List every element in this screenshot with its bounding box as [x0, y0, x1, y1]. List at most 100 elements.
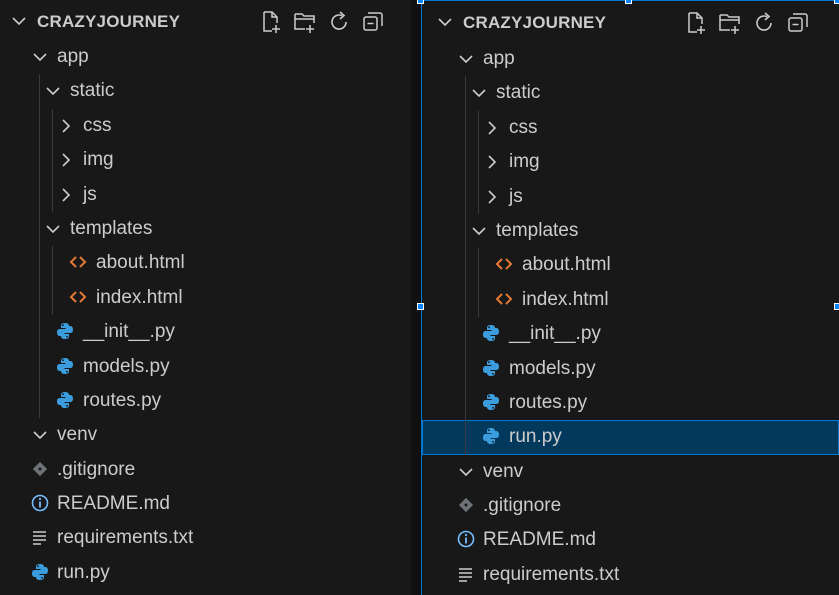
file-label: index.html — [96, 286, 183, 308]
file-label: README.md — [57, 493, 170, 515]
file-item[interactable]: __init__.py — [0, 315, 411, 350]
indent-guide — [52, 246, 53, 281]
file-label: js — [83, 183, 97, 205]
indent-guide — [39, 108, 40, 144]
indent-guide — [465, 179, 466, 214]
python-file-icon — [57, 357, 73, 374]
resize-handle[interactable] — [417, 0, 424, 4]
text-file-icon — [33, 531, 46, 546]
file-item[interactable]: .gitignore — [0, 453, 411, 487]
file-label: __init__.py — [509, 323, 601, 345]
refresh-icon[interactable] — [327, 10, 351, 34]
collapse-all-icon[interactable] — [786, 11, 810, 35]
chevron-right-icon — [62, 187, 71, 202]
file-label: static — [70, 80, 115, 102]
collapse-all-icon[interactable] — [361, 10, 385, 34]
indent-guide — [478, 282, 479, 318]
text-file-icon — [459, 568, 472, 582]
file-item[interactable]: about.html — [422, 248, 839, 283]
folder-item-templates[interactable]: templates — [0, 211, 411, 247]
resize-handle[interactable] — [834, 0, 839, 4]
file-label: css — [509, 116, 538, 138]
folder-item-app[interactable]: app — [422, 42, 839, 76]
folder-item-app[interactable]: app — [0, 40, 411, 74]
resize-handle[interactable] — [625, 0, 632, 4]
explorer-header: CRAZYJOURNEY — [422, 5, 839, 39]
file-item[interactable]: run.py — [422, 420, 839, 455]
new-folder-icon[interactable] — [293, 10, 317, 34]
file-label: about.html — [522, 254, 611, 276]
file-item[interactable]: .gitignore — [422, 489, 839, 523]
folder-item-js[interactable]: js — [422, 179, 839, 214]
folder-item-venv[interactable]: venv — [422, 455, 839, 489]
folder-item-templates[interactable]: templates — [422, 213, 839, 249]
file-label: js — [509, 185, 523, 207]
chevron-right-icon — [488, 121, 497, 135]
chevron-down-icon — [459, 468, 473, 476]
html-file-icon — [69, 291, 87, 303]
folder-item-img[interactable]: img — [422, 145, 839, 180]
new-file-icon[interactable] — [684, 11, 708, 35]
file-label: routes.py — [509, 391, 588, 413]
file-label: templates — [70, 217, 153, 239]
file-label: requirements.txt — [483, 563, 620, 585]
file-item[interactable]: requirements.txt — [422, 558, 839, 592]
file-item[interactable]: run.py — [0, 556, 411, 590]
chevron-right-icon — [62, 153, 71, 167]
indent-guide — [478, 179, 479, 214]
file-tree: app static css img js templates about.html inde… — [0, 40, 411, 590]
file-item[interactable]: models.py — [0, 349, 411, 384]
file-item[interactable]: README.md — [422, 523, 839, 557]
info-icon — [457, 531, 475, 548]
indent-guide — [465, 76, 466, 111]
chevron-down-icon[interactable] — [12, 14, 26, 28]
resize-handle[interactable] — [417, 303, 424, 310]
indent-guide — [465, 248, 466, 283]
html-file-icon — [495, 293, 513, 305]
file-label: README.md — [483, 529, 596, 551]
file-item[interactable]: __init__.py — [422, 317, 839, 352]
chevron-down-icon — [472, 227, 486, 236]
indent-guide — [465, 420, 466, 455]
resize-handle[interactable] — [834, 303, 839, 310]
folder-item-js[interactable]: js — [0, 177, 411, 212]
folder-item-img[interactable]: img — [0, 143, 411, 178]
explorer-panel-right: CRAZYJOURNEY app static css img js templates a… — [421, 0, 839, 595]
file-item[interactable]: routes.py — [0, 383, 411, 419]
file-item[interactable]: about.html — [0, 246, 411, 281]
indent-guide — [39, 143, 40, 178]
file-item[interactable]: README.md — [0, 487, 411, 521]
folder-item-static[interactable]: static — [422, 76, 839, 111]
indent-guide — [465, 385, 466, 421]
new-file-icon[interactable] — [259, 10, 283, 34]
folder-item-static[interactable]: static — [0, 74, 411, 109]
file-item[interactable]: index.html — [0, 280, 411, 316]
file-item[interactable]: index.html — [422, 282, 839, 318]
file-label: .gitignore — [483, 495, 562, 517]
folder-item-css[interactable]: css — [0, 108, 411, 144]
indent-guide — [465, 351, 466, 386]
indent-guide — [478, 110, 479, 146]
new-folder-icon[interactable] — [718, 11, 742, 35]
html-file-icon — [495, 258, 513, 271]
chevron-down-icon[interactable] — [438, 15, 452, 29]
file-item[interactable]: requirements.txt — [0, 521, 411, 555]
indent-guide — [39, 280, 40, 316]
file-item[interactable]: routes.py — [422, 385, 839, 421]
python-file-icon — [32, 563, 48, 580]
refresh-icon[interactable] — [752, 11, 776, 35]
file-item[interactable]: models.py — [422, 351, 839, 386]
python-file-icon — [57, 323, 73, 340]
indent-guide — [465, 317, 466, 352]
explorer-header: CRAZYJOURNEY — [0, 4, 411, 38]
indent-guide — [52, 280, 53, 316]
indent-guide — [465, 213, 466, 249]
chevron-down-icon — [472, 89, 486, 98]
info-icon — [31, 494, 49, 512]
explorer-actions — [684, 11, 810, 35]
folder-item-css[interactable]: css — [422, 110, 839, 146]
folder-item-venv[interactable]: venv — [0, 418, 411, 452]
indent-guide — [465, 110, 466, 146]
file-tree: app static css img js templates about.html inde… — [422, 42, 839, 592]
indent-guide — [478, 248, 479, 283]
